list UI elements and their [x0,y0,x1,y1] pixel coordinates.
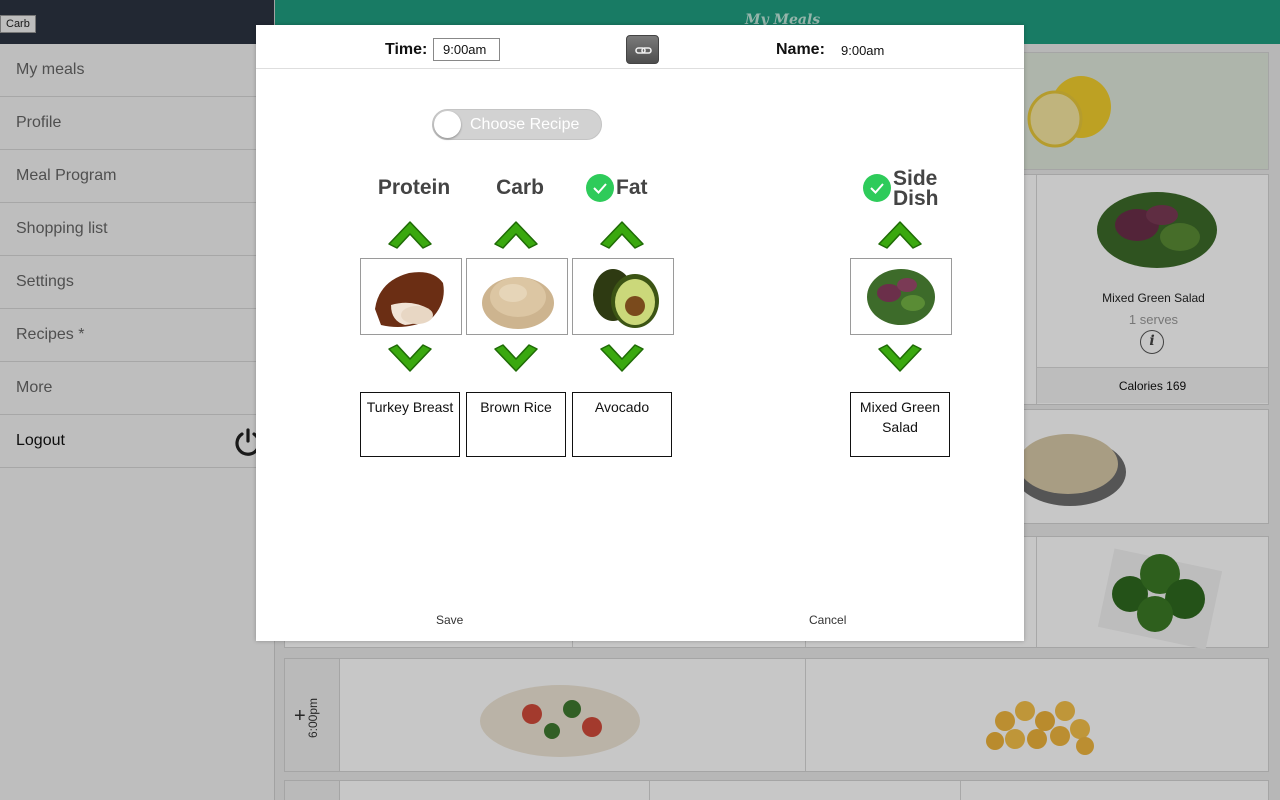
food-name-protein: Turkey Breast [360,392,460,457]
food-image-avocado[interactable] [572,258,674,335]
chevron-down-icon[interactable] [493,343,539,375]
food-name-carb: Brown Rice [466,392,566,457]
chevron-up-icon[interactable] [877,218,923,250]
column-header-protein: Protein [377,176,451,199]
food-image-mixed-green-salad[interactable] [850,258,952,335]
food-name-side-dish: Mixed Green Salad [850,392,950,457]
time-label: Time: [385,41,428,58]
name-label: Name: [776,41,825,58]
meal-edit-dialog: Time: Name: 9:00am Choose Recipe Protein… [256,25,1024,641]
chevron-up-icon[interactable] [493,218,539,250]
food-image-brown-rice[interactable] [466,258,568,335]
chevron-down-icon[interactable] [599,343,645,375]
save-button[interactable]: Save [436,613,463,627]
link-icon [635,47,652,54]
chevron-up-icon[interactable] [387,218,433,250]
check-icon[interactable] [586,174,614,202]
link-button[interactable] [626,35,659,64]
chevron-down-icon[interactable] [387,343,433,375]
time-input[interactable] [433,38,500,61]
chevron-up-icon[interactable] [599,218,645,250]
column-header-carb: Carb [496,176,544,199]
name-field[interactable]: 9:00am [841,43,884,58]
toggle-knob [434,111,461,138]
chevron-down-icon[interactable] [877,343,923,375]
column-header-side-dish: Side Dish [893,167,939,210]
check-icon[interactable] [863,174,891,202]
food-image-turkey-breast[interactable] [360,258,462,335]
choose-recipe-toggle[interactable]: Choose Recipe [432,109,602,140]
column-header-fat: Fat [616,176,648,199]
cancel-button[interactable]: Cancel [809,613,846,627]
food-name-fat: Avocado [572,392,672,457]
toggle-label: Choose Recipe [470,116,580,133]
dialog-header: Time: Name: 9:00am [256,25,1024,69]
